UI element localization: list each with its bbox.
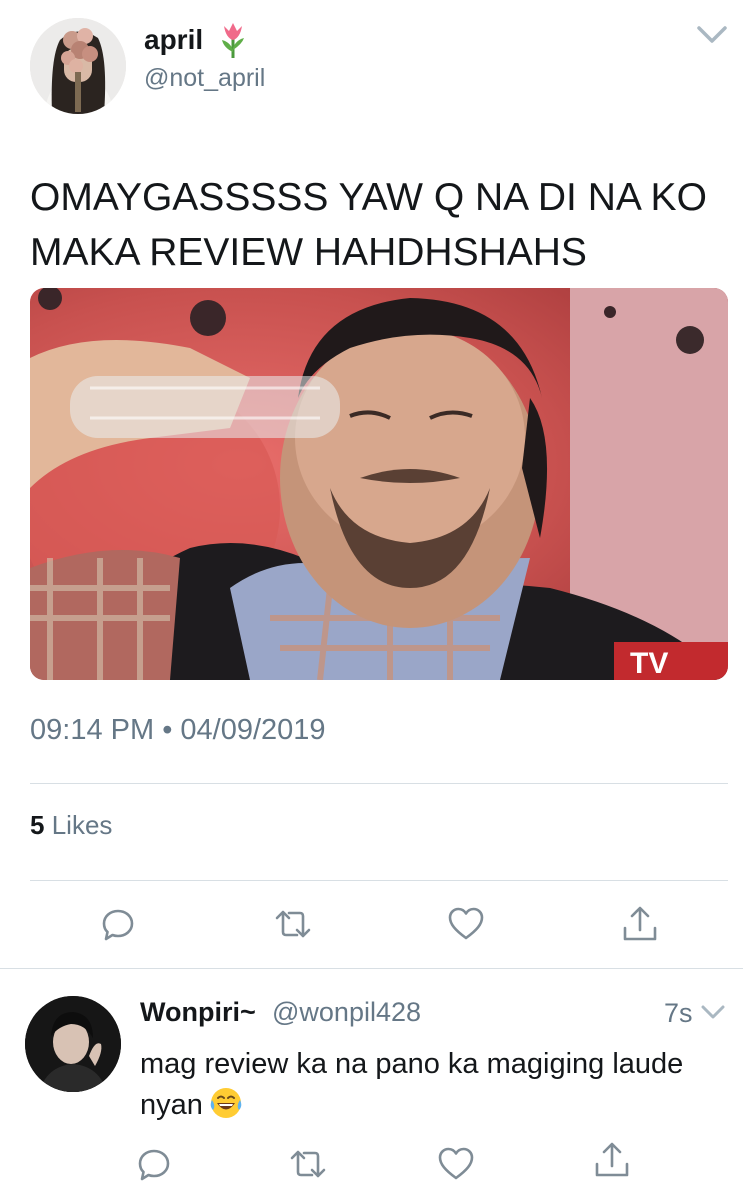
laughing-tears-emoji-icon [209, 1086, 243, 1120]
retweet-icon [290, 1150, 326, 1178]
chevron-down-icon[interactable] [696, 22, 728, 46]
tweet-photo[interactable]: TV [30, 288, 728, 680]
retweet-icon [275, 910, 311, 938]
likes-count[interactable]: 5 Likes [30, 810, 112, 841]
share-icon [595, 1142, 629, 1177]
chevron-down-icon[interactable] [700, 1002, 726, 1022]
reply-author-handle[interactable]: @wonpil428 [272, 997, 421, 1028]
separator-dot: • [162, 714, 173, 746]
tweet-text: OMAYGASSSSS YAW Q NA DI NA KO MAKA REVIE… [30, 176, 707, 274]
avatar-image [25, 996, 121, 1092]
author-handle[interactable]: @not_april [144, 64, 265, 93]
like-button[interactable] [446, 904, 486, 944]
timestamp: 09:14 PM • 04/09/2019 [30, 714, 326, 747]
author-name[interactable]: april [144, 24, 203, 56]
tv-logo: TV [630, 647, 668, 680]
author-avatar[interactable] [30, 18, 126, 114]
like-icon [448, 907, 484, 940]
reply-icon [138, 1149, 170, 1181]
avatar-image [30, 18, 126, 114]
tulip-emoji-icon [218, 20, 248, 60]
reply-author-name[interactable]: Wonpiri~ [140, 997, 256, 1028]
divider [0, 968, 743, 969]
reply-retweet-button[interactable] [288, 1144, 328, 1184]
reply-reply-button[interactable] [134, 1144, 174, 1184]
divider [30, 880, 728, 881]
divider [30, 783, 728, 784]
share-button[interactable] [620, 904, 660, 944]
likes-label: Likes [51, 810, 113, 840]
tweet-time: 09:14 PM [30, 714, 155, 746]
reply-author-avatar[interactable] [25, 996, 121, 1092]
reply-button[interactable] [98, 904, 138, 944]
likes-number: 5 [30, 810, 45, 840]
share-icon [623, 906, 657, 941]
reply-timestamp: 7s [664, 998, 693, 1028]
like-icon [438, 1147, 474, 1180]
reply-share-button[interactable] [592, 1140, 632, 1180]
reply-text: mag review ka na pano ka magiging laude … [140, 1044, 720, 1126]
retweet-button[interactable] [273, 904, 313, 944]
tweet-date: 04/09/2019 [180, 714, 326, 746]
reply-icon [102, 909, 134, 941]
reply-like-button[interactable] [436, 1144, 476, 1184]
